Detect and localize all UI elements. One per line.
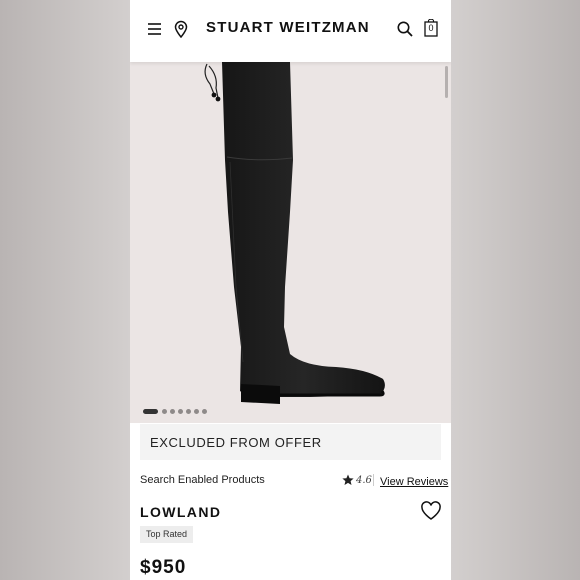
brand-logo[interactable]: STUART WEITZMAN xyxy=(206,19,370,36)
heart-icon[interactable] xyxy=(420,501,442,521)
carousel-dot[interactable] xyxy=(143,409,158,414)
carousel-dot[interactable] xyxy=(162,409,167,414)
rating-value: 4.6 xyxy=(356,475,372,486)
search-icon[interactable] xyxy=(396,20,414,38)
offer-banner: EXCLUDED FROM OFFER xyxy=(140,424,441,460)
star-icon xyxy=(342,474,354,485)
offer-banner-text: EXCLUDED FROM OFFER xyxy=(150,435,322,450)
scrollbar[interactable] xyxy=(445,66,448,98)
cart-button[interactable]: 0 xyxy=(424,19,438,37)
cart-count: 0 xyxy=(428,23,434,33)
location-pin-icon[interactable] xyxy=(172,20,190,38)
hamburger-menu-icon[interactable] xyxy=(146,20,164,38)
carousel-dot[interactable] xyxy=(194,409,199,414)
product-price: $950 xyxy=(140,557,187,578)
background-left xyxy=(0,0,130,580)
view-reviews-link[interactable]: View Reviews xyxy=(380,476,448,488)
boot-image xyxy=(204,62,385,404)
product-collection: Search Enabled Products xyxy=(140,474,265,486)
top-rated-badge: Top Rated xyxy=(140,526,194,543)
product-image-gallery[interactable] xyxy=(130,62,451,423)
product-name: LOWLAND xyxy=(140,504,222,520)
carousel-dot[interactable] xyxy=(202,409,207,414)
site-header: STUART WEITZMAN 0 xyxy=(130,0,451,62)
carousel-dot[interactable] xyxy=(178,409,183,414)
phone-screen: STUART WEITZMAN 0 EXCLUDED FROM OFFER Se… xyxy=(130,0,451,580)
background-right xyxy=(451,0,580,580)
carousel-dot[interactable] xyxy=(170,409,175,414)
rating-divider xyxy=(373,474,374,486)
carousel-dot[interactable] xyxy=(186,409,191,414)
